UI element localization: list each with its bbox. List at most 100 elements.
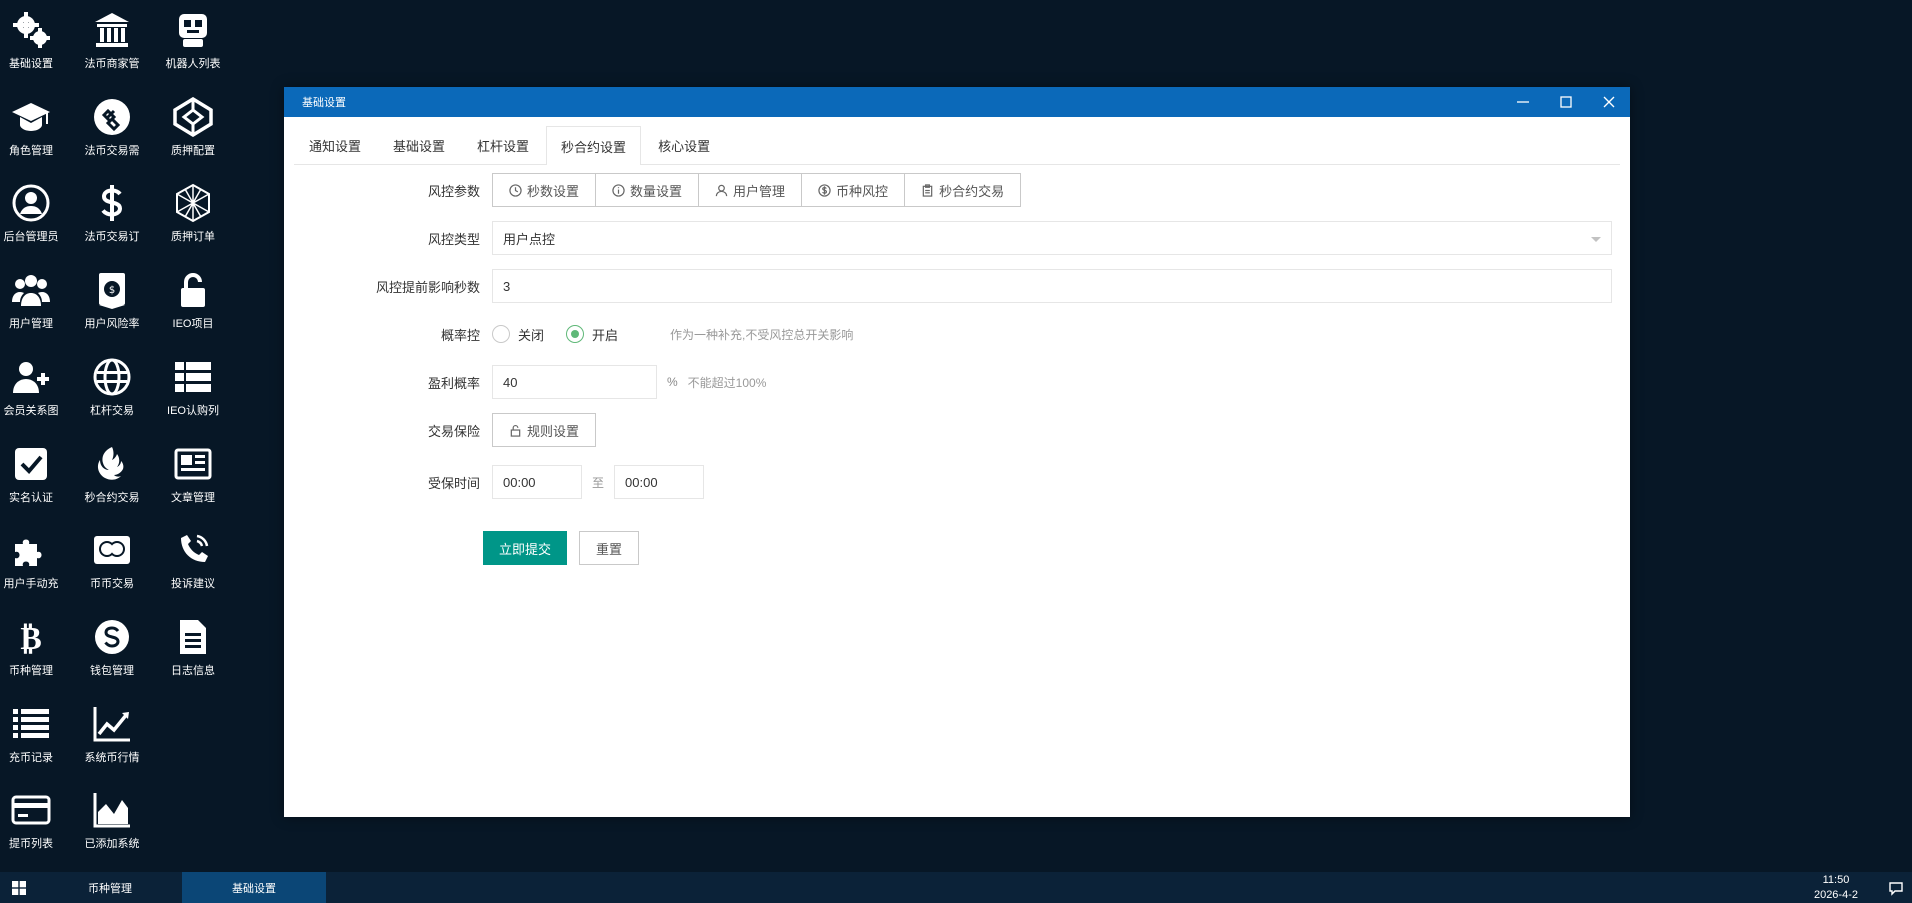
quantity-settings-button[interactable]: 数量设置 — [595, 173, 700, 207]
submit-button[interactable]: 立即提交 — [483, 531, 568, 565]
desktop-icon-robot[interactable]: 机器人列表 — [152, 8, 234, 71]
reset-button[interactable]: 重置 — [579, 531, 640, 565]
profit-probability-content: % 不能超过100% — [492, 365, 1612, 399]
desktop-icon-label: 币币交易 — [90, 578, 134, 591]
desktop-icon-dollar[interactable]: 法币交易订 — [71, 181, 153, 244]
maximize-button[interactable] — [1544, 87, 1587, 117]
window-controls — [1501, 87, 1630, 117]
desktop-icon-polyhedron[interactable]: 质押订单 — [152, 181, 234, 244]
desktop-icon-globe-stripes[interactable]: 杠杆交易 — [71, 355, 153, 418]
desktop-icon-shield-badge[interactable]: $ 用户风险率 — [71, 268, 153, 331]
desktop-icon-bitcoin[interactable]: ₿ 币种管理 — [0, 615, 72, 678]
unlock-icon — [510, 424, 521, 437]
desktop-icon-check-square[interactable]: 实名认证 — [0, 442, 72, 505]
tab-notification[interactable]: 通知设置 — [294, 126, 376, 164]
risk-params-label: 风控参数 — [427, 183, 480, 199]
probability-control-row: 概率控 关闭 开启 作为一种补充,不受风控总开关影响 — [284, 317, 1630, 351]
advance-seconds-input[interactable] — [492, 269, 1612, 303]
radio-circle — [566, 325, 585, 343]
user-management-button[interactable]: 用户管理 — [698, 173, 803, 207]
check-square-icon — [9, 442, 53, 486]
taskbar-item-coin-management[interactable]: 币种管理 — [38, 872, 182, 903]
desktop-icon-users[interactable]: 用户管理 — [0, 268, 72, 331]
settings-window: 基础设置 通知设置 基础设置 杠杆设置 秒合约设置 核心设置 风控参数 秒数设置… — [284, 87, 1630, 817]
tab-second-contract[interactable]: 秒合约设置 — [546, 126, 642, 165]
phone-volume-icon — [171, 528, 215, 572]
desktop-icon-th-list[interactable]: IEO认购列 — [152, 355, 234, 418]
rule-settings-button[interactable]: 规则设置 — [492, 413, 597, 447]
info-icon — [612, 183, 625, 197]
desktop-icon-unlock[interactable]: IEO项目 — [152, 268, 234, 331]
desktop-icon-label: 用户管理 — [9, 318, 53, 331]
codepen-icon — [171, 95, 215, 139]
users-icon — [9, 268, 53, 312]
desktop-icon-phone-volume[interactable]: 投诉建议 — [152, 528, 234, 591]
unlock-icon — [171, 268, 215, 312]
second-contract-trade-button[interactable]: 秒合约交易 — [904, 173, 1022, 207]
desktop-icon-gears[interactable]: 基础设置 — [0, 8, 72, 71]
svg-text:₿: ₿ — [20, 619, 41, 657]
desktop-icon-label: 法币商家管 — [84, 58, 140, 70]
graduation-cap-icon — [9, 95, 53, 139]
desktop-icon-file-text[interactable]: 日志信息 — [152, 615, 234, 678]
tab-core[interactable]: 核心设置 — [643, 126, 725, 164]
desktop-icon-label: 充币记录 — [9, 751, 53, 764]
desktop-icon-puzzle[interactable]: 用户手动充 — [0, 528, 72, 591]
skype-icon — [90, 615, 134, 659]
desktop-icon-label: 基础设置 — [9, 58, 53, 70]
risk-type-row: 风控类型 用户点控 — [284, 221, 1630, 255]
start-button[interactable] — [0, 872, 38, 903]
desktop-icon-area-chart[interactable]: 已添加系统 — [71, 788, 153, 851]
desktop-icon-newspaper[interactable]: 文章管理 — [152, 442, 234, 505]
desktop-icon-label: 机器人列表 — [165, 58, 221, 70]
tab-leverage[interactable]: 杠杆设置 — [462, 126, 544, 164]
desktop-icon-bank[interactable]: 法币商家管 — [71, 8, 153, 71]
bitcoin-icon: ₿ — [9, 615, 53, 659]
desktop-icon-user-circle[interactable]: 后台管理员 — [0, 181, 72, 244]
protected-time-start-input[interactable] — [492, 465, 582, 499]
svg-text:$: $ — [109, 285, 115, 296]
probability-control-hint: 作为一种补充,不受风控总开关影响 — [670, 327, 854, 342]
robot-icon — [171, 8, 215, 52]
desktop-icon-link-circle[interactable]: 法币交易需 — [71, 95, 153, 158]
radio-circle — [492, 325, 510, 343]
desktop-icon-skype[interactable]: 钱包管理 — [71, 615, 153, 678]
coin-risk-button[interactable]: 币种风控 — [801, 173, 906, 207]
minimize-button[interactable] — [1501, 87, 1544, 117]
close-button[interactable] — [1587, 87, 1630, 117]
clock[interactable]: 11:50 2026-4-2 — [1814, 873, 1858, 903]
advance-seconds-row: 风控提前影响秒数 — [284, 269, 1630, 303]
advance-seconds-content — [492, 269, 1612, 303]
protected-time-end-input[interactable] — [614, 465, 705, 499]
probability-off-radio[interactable]: 关闭 — [492, 325, 544, 344]
gears-icon — [9, 8, 53, 52]
radio-label: 开启 — [592, 327, 619, 343]
protected-time-content: 至 — [492, 465, 1612, 499]
tab-label: 秒合约设置 — [561, 139, 627, 155]
desktop-icon-label: 后台管理员 — [3, 231, 59, 244]
desktop-icon-label: 实名认证 — [9, 491, 53, 504]
taskbar-item-basic-settings[interactable]: 基础设置 — [182, 872, 326, 903]
area-chart-icon — [90, 788, 134, 832]
probability-on-radio[interactable]: 开启 — [566, 325, 618, 344]
desktop-icon-codepen[interactable]: 质押配置 — [152, 95, 234, 158]
desktop-icon-credit-card[interactable]: 提币列表 — [0, 788, 72, 851]
desktop-icon-list[interactable]: 充币记录 — [0, 702, 72, 765]
risk-type-label: 风控类型 — [427, 231, 480, 247]
desktop-icon-graduation-cap[interactable]: 角色管理 — [0, 95, 72, 158]
newspaper-icon — [171, 442, 215, 486]
desktop-icon-line-chart[interactable]: 系统币行情 — [71, 702, 153, 765]
message-button[interactable] — [1880, 872, 1912, 903]
settings-tabs: 通知设置 基础设置 杠杆设置 秒合约设置 核心设置 — [294, 126, 1620, 165]
window-titlebar[interactable]: 基础设置 — [284, 87, 1630, 117]
profit-probability-input[interactable] — [492, 365, 657, 399]
risk-type-select[interactable]: 用户点控 — [492, 221, 1612, 255]
windows-icon — [12, 880, 26, 895]
desktop-icon-user-plus[interactable]: 会员关系图 — [0, 355, 72, 418]
tab-basic[interactable]: 基础设置 — [378, 126, 460, 164]
desktop-icon-mastercard[interactable]: 币币交易 — [71, 528, 153, 591]
mastercard-icon — [90, 528, 134, 572]
desktop-icon-label: 系统币行情 — [84, 751, 140, 764]
desktop-icon-rebel[interactable]: 秒合约交易 — [71, 442, 153, 505]
seconds-settings-button[interactable]: 秒数设置 — [492, 173, 597, 207]
